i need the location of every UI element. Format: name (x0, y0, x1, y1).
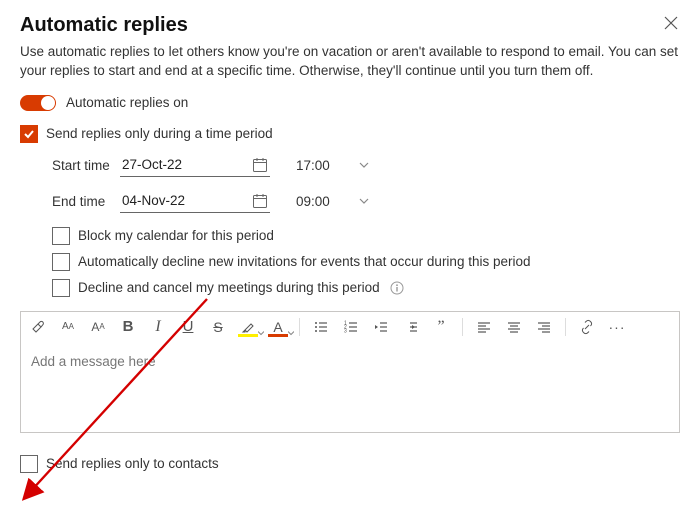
end-time-value: 09:00 (296, 194, 330, 209)
start-time-field[interactable]: 17:00 (294, 156, 374, 176)
highlight-button[interactable] (239, 318, 257, 336)
automatic-replies-toggle[interactable] (20, 95, 56, 111)
end-time-label: End time (52, 194, 120, 209)
decline-cancel-checkbox[interactable] (52, 279, 70, 297)
chevron-down-icon (258, 330, 264, 336)
editor-toolbar: AA AA B I U S A 123 (21, 312, 679, 342)
highlight-color-bar (238, 334, 258, 337)
indent-button[interactable] (402, 318, 420, 336)
underline-button[interactable]: U (179, 318, 197, 336)
font-color-label: A (273, 319, 282, 335)
italic-button[interactable]: I (149, 318, 167, 336)
close-icon (664, 16, 678, 30)
toggle-knob (41, 96, 55, 110)
start-date-value: 27-Oct-22 (122, 157, 182, 172)
contacts-only-label: Send replies only to contacts (46, 456, 219, 471)
increase-font-icon[interactable]: AA (89, 318, 107, 336)
decline-cancel-label: Decline and cancel my meetings during th… (78, 280, 380, 295)
end-date-value: 04-Nov-22 (122, 193, 185, 208)
block-calendar-label: Block my calendar for this period (78, 228, 274, 243)
strikethrough-button[interactable]: S (209, 318, 227, 336)
start-time-value: 17:00 (296, 158, 330, 173)
page-title: Automatic replies (20, 14, 188, 37)
align-right-button[interactable] (535, 318, 553, 336)
outdent-button[interactable] (372, 318, 390, 336)
start-date-field[interactable]: 27-Oct-22 (120, 155, 270, 177)
calendar-icon (252, 157, 268, 173)
toggle-label: Automatic replies on (66, 95, 188, 110)
svg-text:3: 3 (344, 328, 347, 334)
end-date-field[interactable]: 04-Nov-22 (120, 191, 270, 213)
decrease-font-icon[interactable]: AA (59, 318, 77, 336)
chevron-down-icon (358, 195, 370, 207)
time-period-checkbox[interactable] (20, 125, 38, 143)
chevron-down-icon (288, 330, 294, 336)
quote-button[interactable]: ” (432, 318, 450, 336)
calendar-icon (252, 193, 268, 209)
time-period-label: Send replies only during a time period (46, 126, 273, 141)
end-time-field[interactable]: 09:00 (294, 192, 374, 212)
align-center-button[interactable] (505, 318, 523, 336)
toolbar-divider (299, 318, 300, 336)
bulleted-list-button[interactable] (312, 318, 330, 336)
chevron-down-icon (358, 159, 370, 171)
close-button[interactable] (662, 14, 680, 34)
contacts-only-checkbox[interactable] (20, 455, 38, 473)
info-icon[interactable] (390, 281, 404, 295)
bold-button[interactable]: B (119, 318, 137, 336)
font-color-button[interactable]: A (269, 318, 287, 336)
more-button[interactable]: ··· (608, 318, 626, 336)
decline-new-checkbox[interactable] (52, 253, 70, 271)
format-painter-icon[interactable] (29, 318, 47, 336)
toolbar-divider (565, 318, 566, 336)
decline-new-label: Automatically decline new invitations fo… (78, 254, 531, 269)
message-textarea[interactable]: Add a message here (21, 342, 679, 432)
numbered-list-button[interactable]: 123 (342, 318, 360, 336)
message-editor: AA AA B I U S A 123 (20, 311, 680, 433)
start-time-label: Start time (52, 158, 120, 173)
link-button[interactable] (578, 318, 596, 336)
font-color-bar (268, 334, 288, 337)
align-left-button[interactable] (475, 318, 493, 336)
description-text: Use automatic replies to let others know… (20, 43, 680, 81)
toolbar-divider (462, 318, 463, 336)
block-calendar-checkbox[interactable] (52, 227, 70, 245)
